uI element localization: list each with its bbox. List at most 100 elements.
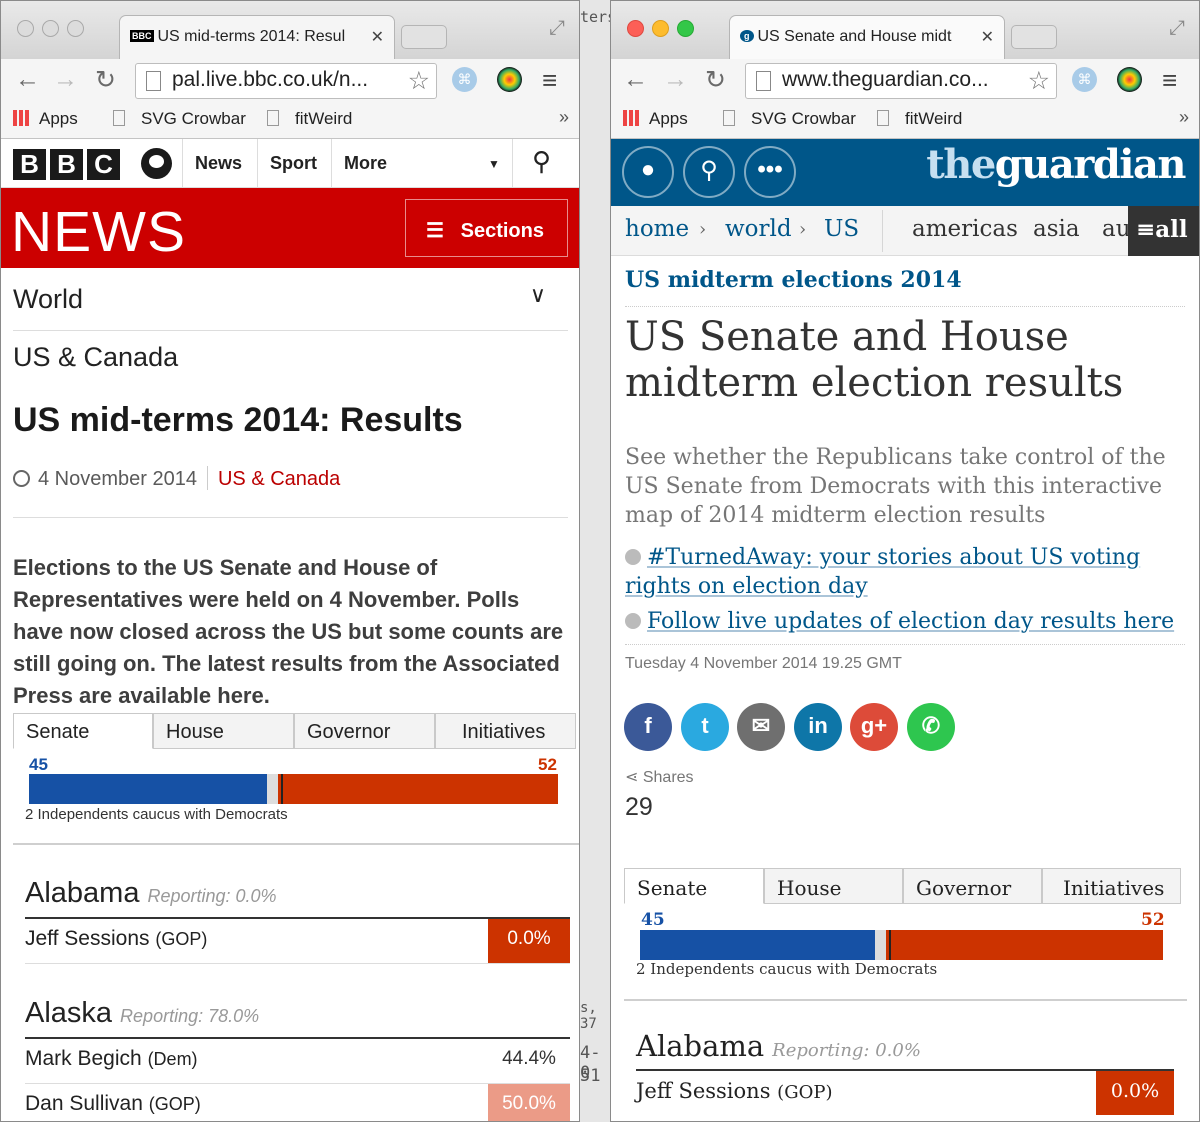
minimize-window-button[interactable] — [42, 20, 59, 37]
bookmark-label: SVG Crowbar — [751, 109, 856, 128]
bookmark-star-icon[interactable]: ☆ — [1028, 66, 1050, 96]
bookmark-svg-crowbar[interactable]: SVG Crowbar — [113, 109, 246, 129]
tab-house[interactable]: House — [153, 713, 294, 749]
browser-tab[interactable]: g US Senate and House midt ✕ — [729, 15, 1005, 60]
tab-close-icon[interactable]: ✕ — [371, 27, 384, 47]
article-dateline: Tuesday 4 November 2014 19.25 GMT — [625, 644, 1185, 689]
bbc-logo[interactable]: B B C — [13, 149, 120, 180]
candidate-row: Dan Sullivan (GOP) 50.0% — [25, 1083, 570, 1121]
bookmarks-overflow-icon[interactable]: » — [1179, 107, 1189, 128]
tab-close-icon[interactable]: ✕ — [981, 27, 994, 47]
article-date: 4 November 2014 — [38, 468, 197, 490]
forward-icon[interactable]: → — [663, 65, 688, 94]
section-world[interactable]: World ∨ — [13, 282, 568, 331]
chrome-menu-icon[interactable]: ≡ — [1162, 65, 1177, 96]
twitter-icon[interactable]: t — [681, 703, 729, 751]
bookmark-apps[interactable]: Apps — [13, 109, 78, 129]
extension-icon[interactable]: ⌘ — [1072, 67, 1097, 92]
search-icon[interactable]: ⚲ — [683, 146, 735, 198]
reload-icon[interactable]: ↻ — [95, 65, 116, 95]
nav-sport[interactable]: Sport — [257, 139, 331, 188]
category-link[interactable]: US & Canada — [13, 342, 568, 373]
email-icon[interactable]: ✉ — [737, 703, 785, 751]
chrome-menu-icon[interactable]: ≡ — [542, 65, 557, 96]
bookmark-label: SVG Crowbar — [141, 109, 246, 128]
logo-letter: B — [50, 149, 83, 180]
shares-count: 29 — [625, 793, 653, 821]
category-tag-link[interactable]: US & Canada — [218, 468, 340, 490]
nav-asia[interactable]: asia — [1033, 216, 1080, 242]
bookmark-svg-crowbar[interactable]: SVG Crowbar — [723, 109, 856, 129]
breadcrumb-world[interactable]: world — [725, 216, 792, 242]
tab-senate[interactable]: Senate — [624, 868, 764, 904]
logo-letter: B — [13, 149, 46, 180]
extension-camera-icon[interactable] — [1117, 67, 1142, 92]
address-bar[interactable]: www.theguardian.co... ☆ — [745, 63, 1057, 99]
guardian-favicon: g — [740, 30, 754, 42]
reload-icon[interactable]: ↻ — [705, 65, 726, 95]
address-bar[interactable]: pal.live.bbc.co.uk/n... ☆ — [135, 63, 437, 99]
tab-house[interactable]: House — [764, 868, 903, 904]
background-window: ters s, 37 4-0 51 — [580, 0, 610, 1122]
minimize-window-button[interactable] — [652, 20, 669, 37]
fullscreen-icon[interactable]: ⤢ — [549, 17, 565, 40]
search-icon[interactable]: ⚲ — [512, 139, 570, 188]
nav-americas[interactable]: americas — [912, 216, 1018, 242]
profile-icon[interactable]: ● — [622, 146, 674, 198]
bookmark-apps[interactable]: Apps — [623, 109, 688, 129]
browser-toolbar: ← → ↻ www.theguardian.co... ☆ — [611, 59, 1199, 103]
tab-senate[interactable]: Senate — [13, 713, 153, 749]
guardian-logo[interactable]: theguardian — [926, 141, 1186, 188]
zoom-window-button[interactable] — [677, 20, 694, 37]
all-label: all — [1155, 216, 1188, 243]
back-icon[interactable]: ← — [623, 65, 648, 94]
close-window-button[interactable] — [17, 20, 34, 37]
candidate-row: Jeff Sessions (GOP) 0.0% — [636, 1069, 1174, 1115]
bbc-header: B B C News Sport More ▼ ⚲ — [1, 139, 579, 188]
tab-initiatives[interactable]: Initiatives — [435, 713, 576, 749]
nav-news[interactable]: News — [182, 139, 257, 188]
news-title[interactable]: NEWS — [11, 199, 186, 265]
sections-button[interactable]: ☰ Sections — [405, 199, 568, 257]
back-icon[interactable]: ← — [15, 65, 40, 94]
user-account-icon[interactable] — [141, 148, 172, 179]
candidate-party: (GOP) — [148, 1094, 201, 1114]
google-plus-icon[interactable]: g+ — [850, 703, 898, 751]
divider — [624, 999, 1187, 1001]
browser-tab[interactable]: BBC US mid-terms 2014: Resul ✕ — [119, 15, 395, 60]
new-tab-button[interactable] — [1011, 25, 1057, 49]
tab-governor[interactable]: Governor — [294, 713, 435, 749]
nav-australia[interactable]: au — [1102, 216, 1131, 242]
related-link[interactable]: Follow live updates of election day resu… — [625, 607, 1190, 636]
zoom-window-button[interactable] — [67, 20, 84, 37]
hamburger-icon: ≡ — [1136, 216, 1156, 243]
bookmark-star-icon[interactable]: ☆ — [408, 66, 430, 96]
extension-camera-icon[interactable] — [497, 67, 522, 92]
linkedin-icon[interactable]: in — [794, 703, 842, 751]
new-tab-button[interactable] — [401, 25, 447, 49]
tab-governor[interactable]: Governor — [903, 868, 1042, 904]
bookmark-fitweird[interactable]: fitWeird — [267, 109, 352, 129]
nav-more[interactable]: More — [331, 139, 512, 188]
close-window-button[interactable] — [627, 20, 644, 37]
fullscreen-icon[interactable]: ⤢ — [1169, 17, 1185, 40]
gop-seats-bar — [283, 774, 558, 804]
facebook-icon[interactable]: f — [624, 703, 672, 751]
tab-initiatives[interactable]: Initiatives — [1042, 868, 1181, 904]
state-name: Alabama — [25, 877, 140, 909]
breadcrumb-home[interactable]: home — [625, 216, 689, 242]
more-icon[interactable]: ••• — [744, 146, 796, 198]
extension-icon[interactable]: ⌘ — [452, 67, 477, 92]
candidate-party: (GOP) — [155, 929, 208, 949]
background-text: 51 — [580, 1066, 601, 1086]
all-sections-button[interactable]: ≡all — [1128, 206, 1199, 256]
whatsapp-icon[interactable]: ✆ — [907, 703, 955, 751]
related-link[interactable]: #TurnedAway: your stories about US votin… — [625, 543, 1190, 601]
breadcrumb-us[interactable]: US — [824, 216, 859, 242]
dem-seats-bar — [640, 930, 875, 960]
bookmark-label: fitWeird — [905, 109, 963, 128]
bookmarks-overflow-icon[interactable]: » — [559, 107, 569, 128]
bookmark-fitweird[interactable]: fitWeird — [877, 109, 962, 129]
series-label[interactable]: US midterm elections 2014 — [625, 267, 1185, 307]
forward-icon[interactable]: → — [53, 65, 78, 94]
